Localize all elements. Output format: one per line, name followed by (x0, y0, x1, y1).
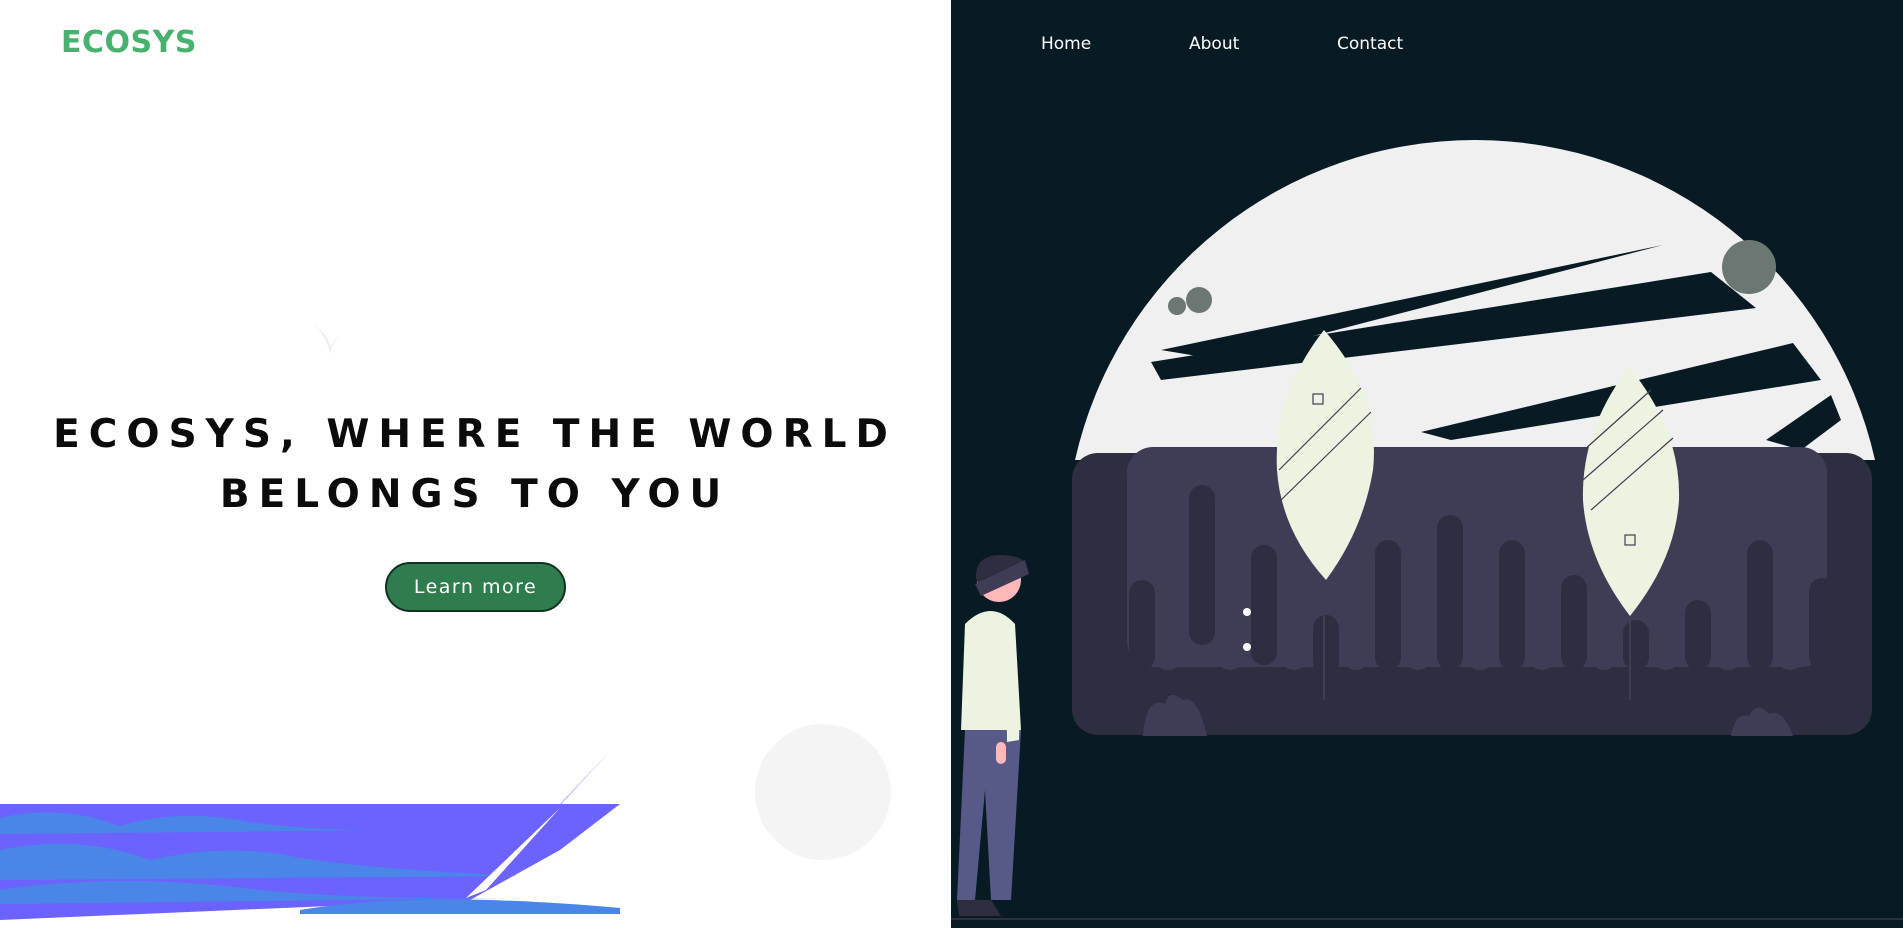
bubble-large (1722, 240, 1776, 294)
hero-title: ECOSYS, WHERE THE WORLD BELONGS TO YOU (40, 405, 910, 525)
hero-panel: ECOSYS ECOSYS, WHERE THE WORLD BELONGS T… (0, 0, 951, 928)
hero-title-line1: ECOSYS, WHERE THE WORLD (53, 412, 897, 457)
hero-title-line2: BELONGS TO YOU (219, 472, 731, 517)
person-legs (957, 730, 1021, 900)
bird-icon (312, 324, 352, 354)
nature-illustration (951, 139, 1903, 920)
learn-more-button[interactable]: Learn more (385, 562, 566, 612)
circle-decoration (755, 724, 891, 860)
person-illustration (957, 555, 1029, 916)
illustration-panel: Home About Contact (951, 0, 1903, 928)
